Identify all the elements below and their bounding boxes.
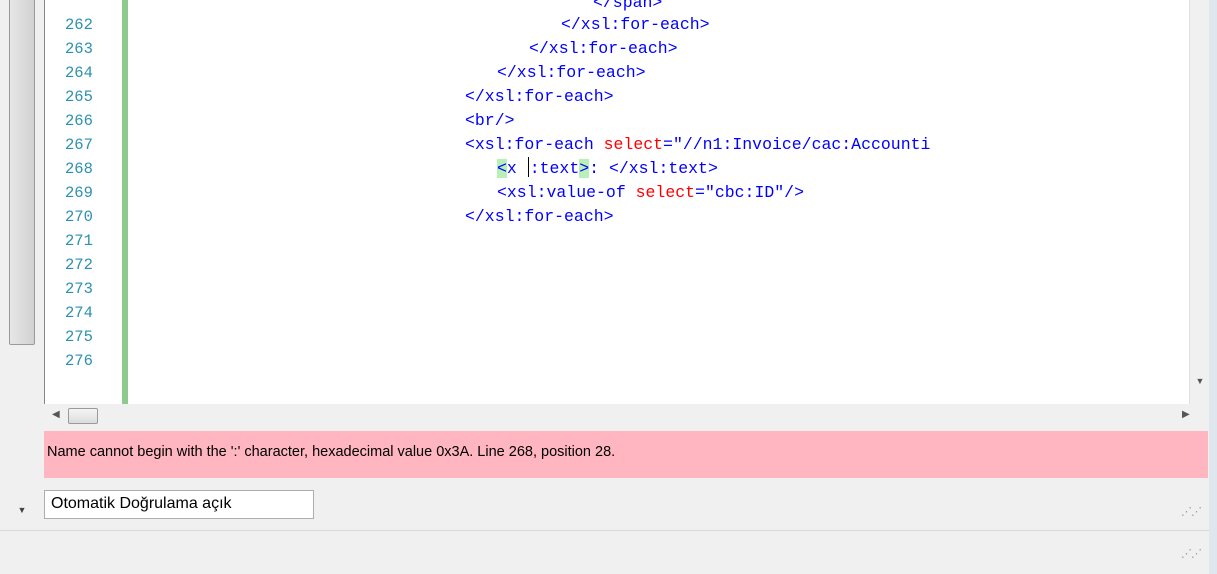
line-number: 262 [65,16,93,34]
line-number: 266 [65,112,93,130]
xml-tag: :text [529,159,580,178]
line-number: 265 [65,88,93,106]
line-number: 263 [65,40,93,58]
scroll-down-arrow-icon[interactable]: ▼ [16,504,28,516]
xml-attribute: select [603,135,664,154]
bracket-match-highlight: > [579,159,590,178]
code-line[interactable]: </xsl:for-each> [561,13,710,37]
xml-tag: <xsl:value-of [497,183,636,202]
xml-attribute: select [635,183,696,202]
editor-vertical-scrollbar[interactable]: ▼ [1189,0,1209,404]
xml-code-editor[interactable]: 262 263 264 265 266 267 268 269 270 271 272 273 274 2… [44,0,1209,404]
xml-tag: = [695,183,705,202]
xml-tag: </xsl:for-each> [561,15,710,34]
text-caret [527,157,529,177]
line-number: 276 [65,352,93,370]
outer-scroll-thumb[interactable] [9,0,35,345]
xml-tag: <xsl:for-each [465,135,604,154]
code-line[interactable]: <br/> [465,109,515,133]
xml-tag: <br/> [465,111,515,130]
code-line[interactable]: </xsl:for-each> [465,85,614,109]
xml-tag: </xsl:for-each> [529,39,678,58]
line-number: 264 [65,64,93,82]
outer-vertical-scrollbar[interactable]: ▼ [0,0,44,530]
code-line[interactable]: </xsl:for-each> [497,61,646,85]
xml-tag: : </xsl:text> [589,159,718,178]
bracket-match-highlight: < [497,159,507,178]
window-border [1209,0,1217,574]
line-number: 271 [65,232,93,250]
scroll-right-arrow-icon[interactable]: ▶ [1182,409,1190,420]
code-line[interactable]: </xsl:for-each> [465,205,614,229]
line-number: 270 [65,208,93,226]
status-bar: ⋰⋰ [0,530,1210,572]
scroll-left-arrow-icon[interactable]: ◀ [52,409,60,420]
line-number: 267 [65,136,93,154]
horizontal-scrollbar[interactable]: ◀ ▶ [44,404,1208,428]
xml-tag: </xsl:for-each> [465,207,614,226]
xml-tag: x [506,159,527,178]
auto-validation-toggle-button[interactable]: Otomatik Doğrulama açık [44,490,314,519]
xml-tag: </xsl:for-each> [465,87,614,106]
line-number: 275 [65,328,93,346]
line-number: 272 [65,256,93,274]
validation-error-message: Name cannot begin with the ':' character… [44,431,1208,478]
line-number-gutter: 262 263 264 265 266 267 268 269 270 271 272 273 274 2… [45,0,121,404]
line-number: 269 [65,184,93,202]
code-line[interactable]: </xsl:for-each> [529,37,678,61]
code-line[interactable]: <x :text>: </xsl:text> [497,157,718,181]
change-indicator-bar [122,0,128,404]
scroll-down-arrow-icon[interactable]: ▼ [1193,374,1207,388]
resize-grip-icon[interactable]: ⋰⋰ [1181,505,1202,518]
xml-tag: </xsl:for-each> [497,63,646,82]
line-number: 274 [65,304,93,322]
xml-tag: = [663,135,673,154]
xml-attribute-value: "cbc:ID" [704,183,785,202]
xml-tag: /> [784,183,804,202]
line-number: 268 [65,160,93,178]
xml-attribute-value: "//n1:Invoice/cac:Accounti [672,135,931,154]
code-line[interactable]: <xsl:value-of select="cbc:ID"/> [497,181,804,205]
horizontal-scroll-thumb[interactable] [68,408,98,424]
resize-grip-icon[interactable]: ⋰⋰ [1181,547,1202,560]
code-area[interactable]: </span> </xsl:for-each> </xsl:for-each> </x… [133,0,1189,404]
line-number: 273 [65,280,93,298]
code-line[interactable]: <xsl:for-each select="//n1:Invoice/cac:A… [465,133,930,157]
